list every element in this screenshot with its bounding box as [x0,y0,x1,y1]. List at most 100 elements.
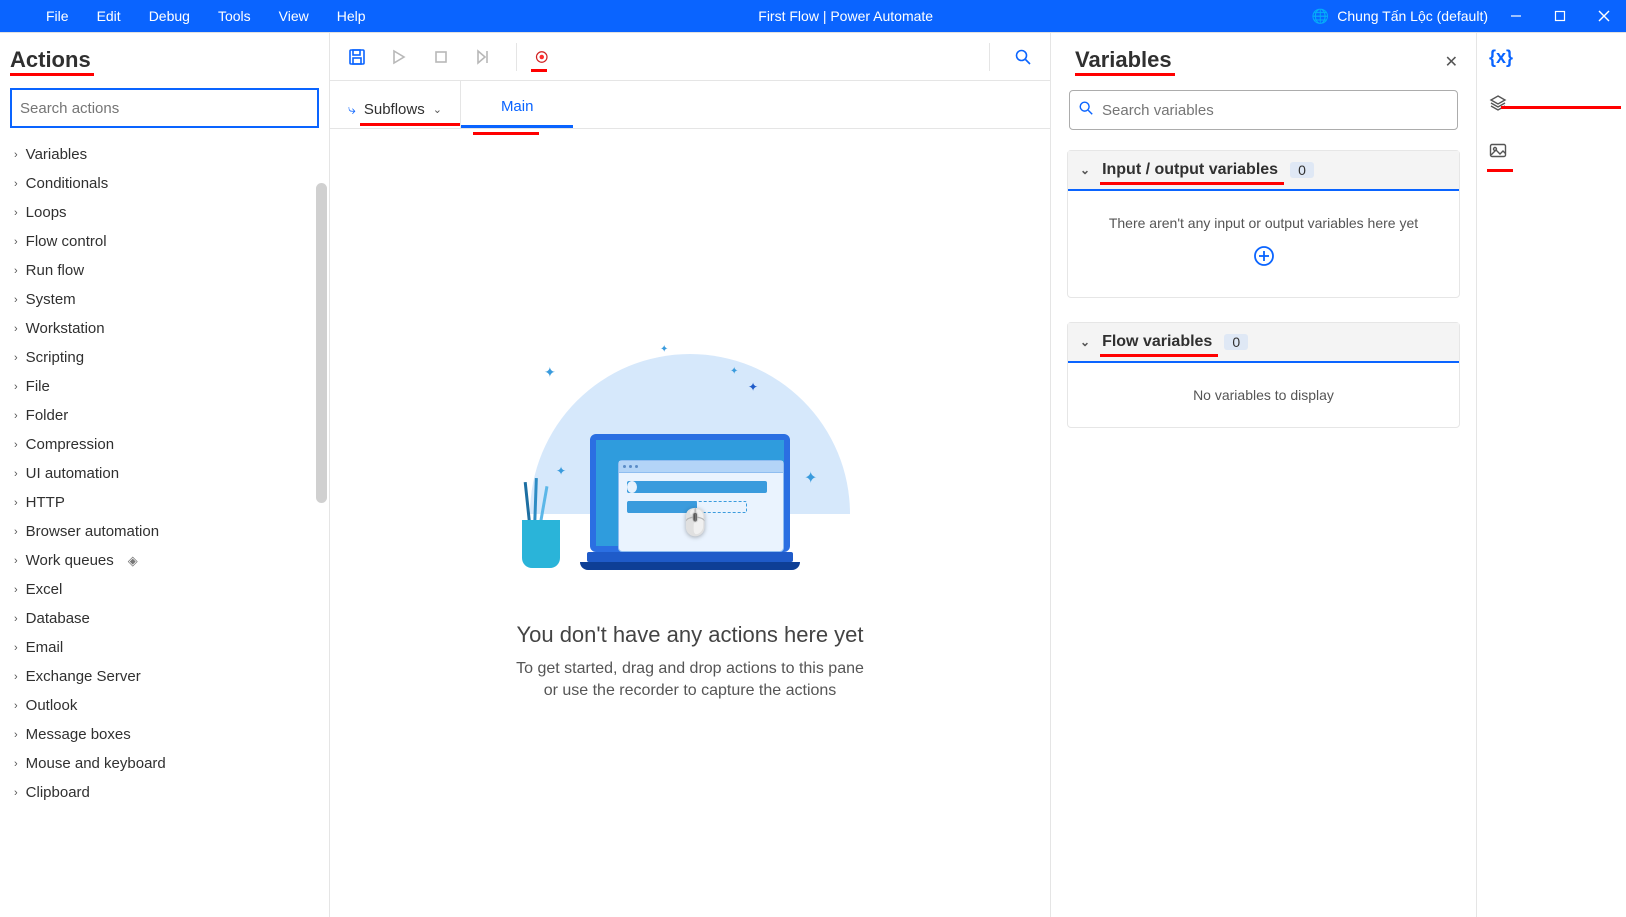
flow-variables-title: Flow variables [1102,333,1212,351]
action-category[interactable]: ›Browser automation [0,517,329,546]
actions-heading: Actions [0,41,101,75]
action-category[interactable]: ›Work queues◈ [0,546,329,575]
action-category-label: Scripting [26,349,84,366]
chevron-down-icon: ⌄ [1080,163,1090,177]
action-category[interactable]: ›Scripting [0,343,329,372]
action-category[interactable]: › Workstation [0,314,329,343]
menu-view[interactable]: View [265,0,323,32]
red-annotation [473,132,539,135]
subflows-dropdown[interactable]: ⤷ Subflows ⌄ [330,101,460,128]
flow-variables-header[interactable]: ⌄ Flow variables 0 [1068,323,1459,363]
stop-button[interactable] [426,42,456,72]
action-category[interactable]: ›Conditionals [0,169,329,198]
add-io-variable-button[interactable] [1253,245,1275,273]
flow-variables-empty-text: No variables to display [1080,387,1447,403]
chevron-right-icon: › [14,584,18,596]
action-category[interactable]: ›Database [0,604,329,633]
chevron-right-icon: › [14,410,18,422]
action-category[interactable]: › Compression [0,430,329,459]
actions-search-input[interactable] [20,100,309,117]
scrollbar-thumb[interactable] [316,183,327,503]
action-category[interactable]: ›Run flow [0,256,329,285]
variables-search[interactable] [1069,90,1458,130]
actions-search[interactable] [10,88,319,128]
action-category[interactable]: ›Exchange Server [0,662,329,691]
variables-tab-icon[interactable]: {x} [1489,47,1513,68]
window-title: First Flow | Power Automate [380,8,1312,24]
subflows-label: Subflows [364,101,425,118]
red-annotation [1487,169,1513,172]
app-body: Actions ›Variables›Conditionals›Loops›Fl… [0,32,1626,917]
action-category-label: Folder [26,407,69,424]
io-variables-empty-text: There aren't any input or output variabl… [1080,215,1447,231]
maximize-button[interactable] [1538,0,1582,32]
subflow-tabs: ⤷ Subflows ⌄ Main [330,81,1050,129]
run-button[interactable] [384,42,414,72]
chevron-right-icon: › [14,265,18,277]
right-icon-strip: {x} [1476,33,1626,917]
chevron-right-icon: › [14,613,18,625]
chevron-down-icon: ⌄ [1080,335,1090,349]
menu-help[interactable]: Help [323,0,380,32]
chevron-right-icon: › [14,555,18,567]
menu-tools[interactable]: Tools [204,0,265,32]
save-button[interactable] [342,42,372,72]
variables-search-input[interactable] [1102,102,1449,119]
action-category[interactable]: › Folder [0,401,329,430]
action-category[interactable]: ›System [0,285,329,314]
flow-variables-section: ⌄ Flow variables 0 No variables to displ… [1067,322,1460,428]
close-button[interactable] [1582,0,1626,32]
empty-description: To get started, drag and drop actions to… [516,658,864,702]
chevron-right-icon: › [14,439,18,451]
red-annotation [360,123,460,126]
flow-variables-count: 0 [1224,334,1248,350]
cursor-icon: 🖱️ [679,507,711,538]
action-category-label: File [26,378,50,395]
action-category-label: Message boxes [26,726,131,743]
io-variables-section: ⌄ Input / output variables 0 There aren'… [1067,150,1460,298]
menu-edit[interactable]: Edit [83,0,135,32]
profile-name: Chung Tấn Lộc (default) [1337,8,1488,24]
action-category[interactable]: ›File [0,372,329,401]
tab-main[interactable]: Main [461,98,574,128]
action-category[interactable]: ›HTTP [0,488,329,517]
minimize-button[interactable] [1494,0,1538,32]
action-category[interactable]: ›Clipboard [0,778,329,807]
action-category[interactable]: ›UI automation [0,459,329,488]
action-category-label: Compression [26,436,114,453]
record-button[interactable] [535,42,565,72]
io-variables-count: 0 [1290,162,1314,178]
action-category[interactable]: ›Excel [0,575,329,604]
action-category[interactable]: ›Email [0,633,329,662]
action-category[interactable]: ›Mouse and keyboard [0,749,329,778]
action-category-label: Clipboard [26,784,90,801]
io-variables-header[interactable]: ⌄ Input / output variables 0 [1068,151,1459,191]
chevron-right-icon: › [14,671,18,683]
profile-area[interactable]: 🌐 Chung Tấn Lộc (default) [1312,8,1494,25]
chevron-right-icon: › [14,758,18,770]
action-categories: ›Variables›Conditionals›Loops›Flow contr… [0,140,329,917]
io-variables-body: There aren't any input or output variabl… [1068,191,1459,297]
empty-illustration: ✦✦✦ ✦✦✦ 🖱️ [500,344,880,604]
chevron-right-icon: › [14,323,18,335]
menu-debug[interactable]: Debug [135,0,204,32]
chevron-right-icon: › [14,178,18,190]
tab-main-label: Main [501,98,534,115]
search-flow-button[interactable] [1008,42,1038,72]
action-category-label: Work queues [26,552,114,569]
menu-file[interactable]: File [32,0,83,32]
designer-canvas-empty[interactable]: ✦✦✦ ✦✦✦ 🖱️ You don't hav [330,129,1050,917]
title-bar: File Edit Debug Tools View Help First Fl… [0,0,1626,32]
action-category[interactable]: ›Variables [0,140,329,169]
close-variables-button[interactable]: ✕ [1441,48,1462,76]
action-category[interactable]: ›Flow control [0,227,329,256]
actions-panel: Actions ›Variables›Conditionals›Loops›Fl… [0,33,330,917]
action-category[interactable]: ›Outlook [0,691,329,720]
action-category-label: Workstation [26,320,105,337]
globe-icon: 🌐 [1312,8,1329,25]
action-category[interactable]: ›Loops [0,198,329,227]
images-icon[interactable] [1489,143,1507,164]
step-button[interactable] [468,42,498,72]
action-category[interactable]: ›Message boxes [0,720,329,749]
chevron-right-icon: › [14,149,18,161]
